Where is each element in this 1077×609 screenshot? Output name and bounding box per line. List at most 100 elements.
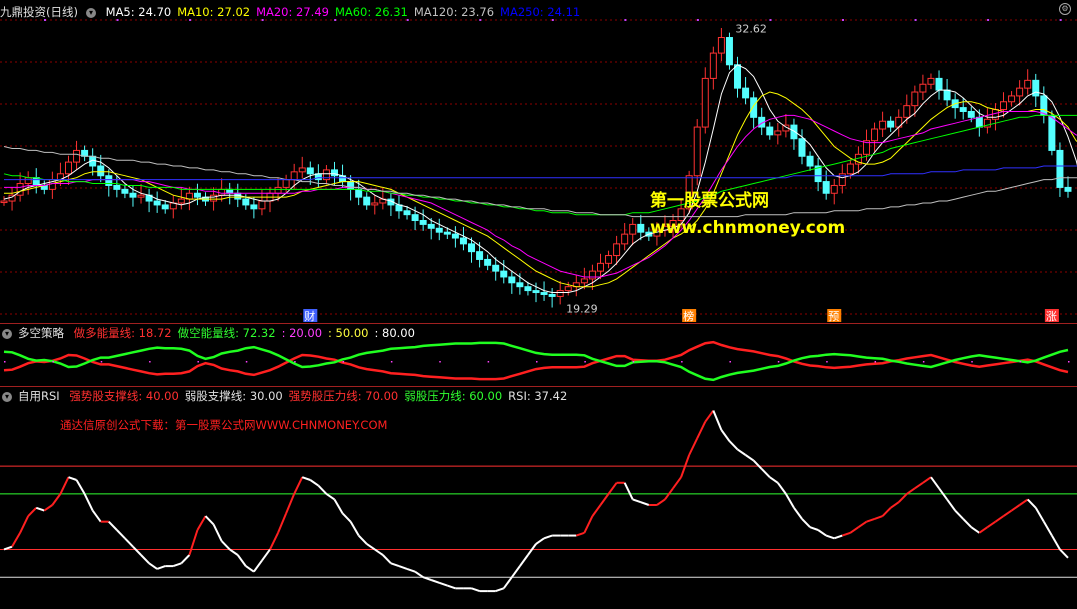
menu-circle-icon[interactable]: ▾ bbox=[85, 7, 96, 18]
rsi-segment bbox=[366, 543, 376, 551]
ind1-header: ▾ 多空策略 做多能量线: 18.72 做空能量线: 72.32: 20.00: 5… bbox=[0, 324, 427, 342]
rsi-segment bbox=[285, 493, 296, 514]
rsi-segment bbox=[930, 476, 940, 489]
rsi-segment bbox=[471, 587, 480, 593]
candle-body bbox=[959, 107, 967, 112]
candle-body bbox=[734, 64, 742, 89]
rsi-segment bbox=[745, 454, 755, 462]
rsi-segment bbox=[172, 562, 182, 568]
candle-body bbox=[846, 163, 854, 175]
rsi-segment bbox=[236, 554, 247, 567]
candle-body bbox=[822, 181, 830, 194]
candle-body bbox=[443, 231, 451, 235]
rsi-segment bbox=[108, 520, 118, 531]
candle-body bbox=[427, 223, 435, 229]
candle-body bbox=[830, 184, 838, 194]
main-header: 九鼎投资(日线) ▾ MA5: 24.70 MA10: 27.02 MA20: 27.… bbox=[0, 3, 592, 21]
rsi-segment bbox=[632, 498, 642, 504]
candle-body bbox=[363, 196, 371, 206]
candle-body bbox=[548, 293, 556, 297]
candle-body bbox=[709, 52, 717, 79]
rsi-segment bbox=[760, 468, 771, 478]
ind1-dot bbox=[584, 361, 586, 363]
candle-body bbox=[193, 192, 201, 198]
rsi-segment bbox=[406, 567, 416, 573]
ind1-dot bbox=[826, 361, 828, 363]
rsi-segment bbox=[777, 482, 787, 495]
rsi-segment bbox=[180, 554, 191, 565]
rsi-segment bbox=[43, 504, 53, 512]
candle-body bbox=[725, 37, 733, 66]
candle-body bbox=[177, 198, 185, 204]
candle-body bbox=[879, 120, 887, 130]
rsi-segment bbox=[519, 554, 529, 567]
candle-body bbox=[637, 223, 645, 233]
kline-chart[interactable]: 32.62 19.29 财 榜 预 涨 bbox=[0, 0, 1077, 609]
ind1-dot bbox=[390, 361, 393, 363]
candle-body bbox=[1064, 186, 1072, 192]
ind1-dot bbox=[4, 361, 6, 363]
marker-label: 榜 bbox=[683, 309, 694, 323]
candle-body bbox=[887, 120, 895, 128]
rsi-segment bbox=[132, 545, 142, 556]
rsi-segment bbox=[696, 421, 707, 439]
rsi-segment bbox=[1059, 548, 1069, 559]
ind1-dot bbox=[632, 361, 635, 363]
ind2-label-0: 强势股支撑线: 40.00 bbox=[69, 389, 179, 403]
high-label: 32.62 bbox=[735, 23, 767, 36]
candle-body bbox=[73, 149, 81, 163]
ind1-dot bbox=[245, 361, 248, 363]
signal-dot bbox=[769, 19, 772, 21]
ind1-dot bbox=[536, 361, 538, 363]
candle-body bbox=[1008, 95, 1016, 103]
rsi-segment bbox=[68, 476, 77, 481]
candle-body bbox=[766, 126, 774, 136]
candle-body bbox=[355, 188, 363, 198]
menu-circle-icon[interactable]: ▾ bbox=[2, 391, 12, 402]
rsi-segment bbox=[116, 529, 126, 540]
rsi-segment bbox=[720, 429, 731, 442]
rsi-segment bbox=[124, 537, 134, 548]
rsi-segment bbox=[583, 515, 594, 534]
ma20-line bbox=[4, 111, 1077, 278]
candle-body bbox=[967, 110, 975, 118]
candle-body bbox=[459, 237, 467, 245]
candle-body bbox=[903, 105, 911, 118]
rsi-segment bbox=[261, 548, 271, 562]
rsi-segment bbox=[841, 531, 851, 537]
rsi-segment bbox=[688, 437, 699, 456]
rsi-segment bbox=[1034, 507, 1045, 523]
candle-body bbox=[306, 167, 314, 175]
signal-dot bbox=[914, 19, 917, 21]
rsi-segment bbox=[269, 532, 279, 550]
candle-body bbox=[330, 169, 338, 177]
rsi-segment bbox=[188, 529, 199, 556]
candle-body bbox=[258, 200, 266, 210]
rsi-segment bbox=[220, 540, 231, 551]
ind1-dot bbox=[149, 361, 151, 363]
candle-body bbox=[629, 223, 637, 235]
signal-dot bbox=[624, 19, 627, 21]
rsi-segment bbox=[801, 518, 811, 528]
candle-body bbox=[371, 202, 379, 206]
stock-title: 九鼎投资(日线) bbox=[0, 5, 78, 19]
rsi-segment bbox=[922, 476, 932, 484]
candle-body bbox=[1000, 101, 1008, 111]
settings-icon[interactable]: ⚙ bbox=[1059, 3, 1071, 15]
rsi-segment bbox=[954, 509, 964, 520]
menu-circle-icon[interactable]: ▾ bbox=[2, 328, 12, 339]
rsi-segment bbox=[591, 504, 602, 517]
candle-body bbox=[242, 198, 250, 206]
candle-body bbox=[435, 227, 443, 233]
rsi-segment bbox=[19, 515, 30, 534]
rsi-segment bbox=[1051, 535, 1061, 550]
rsi-segment bbox=[535, 537, 545, 545]
rsi-segment bbox=[51, 493, 62, 506]
signal-dot bbox=[696, 19, 699, 21]
ind2-label-2: 强势股压力线: 70.00 bbox=[288, 389, 399, 403]
candle-body bbox=[210, 194, 218, 202]
ind2-header: ▾ 自用RSI 强势股支撑线: 40.00 弱股支撑线: 30.00 强势股压力线: … bbox=[0, 387, 579, 405]
ind1-dot bbox=[342, 361, 345, 363]
rsi-segment bbox=[502, 576, 513, 589]
candle-body bbox=[1016, 87, 1024, 97]
